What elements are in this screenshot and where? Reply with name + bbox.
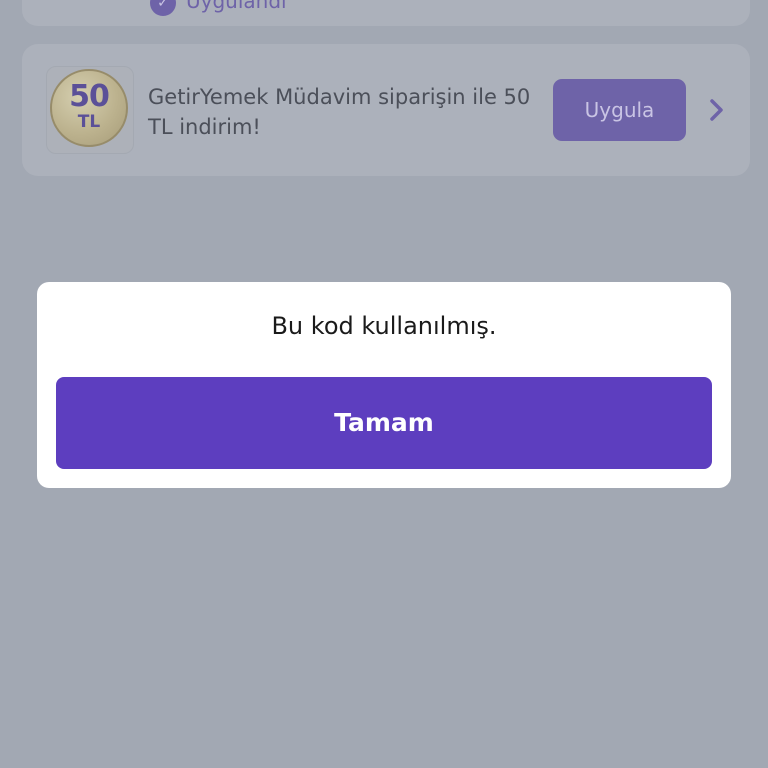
promo-coin-thumbnail: 50 TL (46, 66, 134, 154)
coin-unit: TL (77, 112, 101, 132)
coin-icon: 50 TL (50, 69, 128, 147)
coin-amount: 50 (69, 79, 110, 114)
chevron-right-icon[interactable] (706, 96, 728, 124)
apply-button[interactable]: Uygula (553, 79, 686, 141)
promo-card-applied: ✓ Uygulandı (22, 0, 750, 26)
ok-button[interactable]: Tamam (56, 377, 712, 469)
promo-card[interactable]: 50 TL GetirYemek Müdavim siparişin ile 5… (22, 44, 750, 176)
applied-status-label: Uygulandı (186, 0, 287, 13)
promo-description: GetirYemek Müdavim siparişin ile 50 TL i… (148, 85, 531, 139)
screen: ✓ Uygulandı 50 TL GetirYemek Müdavim sip… (0, 0, 768, 768)
alert-dialog: Bu kod kullanılmış. Tamam (37, 282, 731, 488)
dialog-message: Bu kod kullanılmış. (271, 312, 497, 340)
check-circle-icon: ✓ (150, 0, 176, 16)
